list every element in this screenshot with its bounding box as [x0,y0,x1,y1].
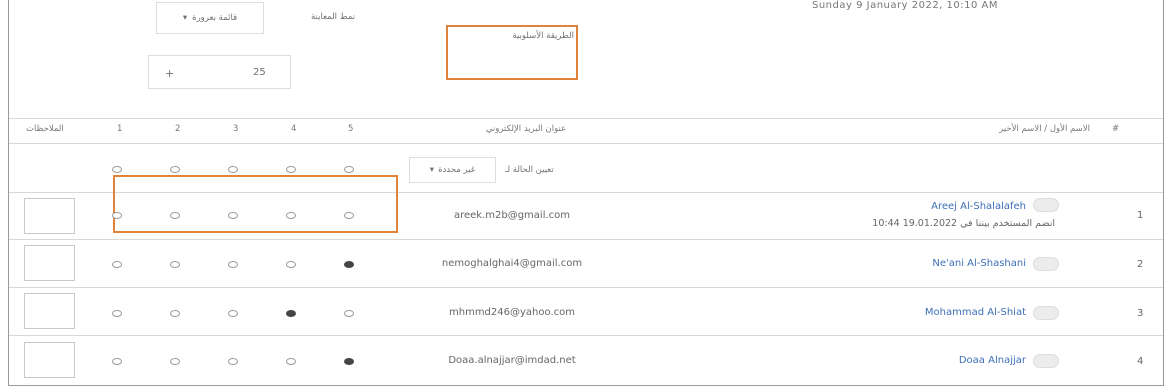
chevron-down-icon: ▾ [182,13,188,23]
row4-number: 4 [1137,356,1144,367]
row4-radio-3[interactable] [228,358,238,365]
method-label: الطريقة الأسلوبية [512,31,574,41]
chevron-down-icon: ▾ [429,165,435,175]
radio-highlight [113,175,398,233]
row3-radio-1[interactable] [112,310,122,317]
row3-radio-2[interactable] [170,310,180,317]
bulk-radio-5[interactable] [344,166,354,173]
row1-radio-2[interactable] [170,212,180,219]
row1-radio-1[interactable] [112,212,122,219]
row1-enrolment-note: انضم المستخدم بيننا في 19.01.2022 10:44 [872,218,1055,229]
column-3: 3 [233,124,239,134]
row4-email: Doaa.alnajjar@imdad.net [448,355,576,366]
row4-radio-4[interactable] [286,358,296,365]
row-divider [9,239,1163,240]
number-value: 25 [253,67,266,78]
row-divider [9,287,1163,288]
row2-name-link[interactable]: Ne'ani Al-Shashani [880,258,1026,269]
column-notes: الملاحظات [26,124,64,134]
column-4: 4 [291,124,297,134]
avatar [1033,257,1059,271]
column-2: 2 [175,124,181,134]
row1-radio-4[interactable] [286,212,296,219]
notes-input[interactable] [24,198,75,234]
column-email: عنوان البريد الإلكتروني [485,124,567,134]
header-divider [9,143,1163,144]
row3-number: 3 [1137,308,1144,319]
bulk-radio-3[interactable] [228,166,238,173]
avatar [1033,306,1059,320]
column-name: الاسم الأول / الاسم الأخير [999,124,1090,134]
row1-email: areek.m2b@gmail.com [453,210,571,221]
column-1: 1 [117,124,123,134]
bulk-radio-2[interactable] [170,166,180,173]
row2-radio-3[interactable] [228,261,238,268]
row1-radio-5[interactable] [344,212,354,219]
status-select-value: قائمة بعرورة [192,13,238,23]
bulk-status-select[interactable]: ▾ غير محددة [409,157,496,183]
row4-radio-1[interactable] [112,358,122,365]
status-label: نمط المعاينة [311,12,356,22]
notes-input[interactable] [24,293,75,329]
row2-email: nemoghalghai4@gmail.com [441,258,583,269]
row2-radio-2[interactable] [170,261,180,268]
row3-radio-3[interactable] [228,310,238,317]
row2-radio-1[interactable] [112,261,122,268]
column-5: 5 [348,124,354,134]
column-index: # [1112,124,1120,134]
status-select[interactable]: ▾ قائمة بعرورة [156,2,264,34]
bulk-label: تعيين الحالة لـ [505,165,554,175]
row1-number: 1 [1137,210,1144,221]
row2-number: 2 [1137,259,1144,270]
avatar [1033,198,1059,212]
row1-radio-3[interactable] [228,212,238,219]
avatar [1033,354,1059,368]
session-date: Sunday 9 January 2022, 10:10 AM [812,0,998,11]
row3-radio-4[interactable] [286,310,296,317]
row4-radio-5[interactable] [344,358,354,365]
notes-input[interactable] [24,342,75,378]
number-input[interactable]: + 25 [148,55,291,89]
header-divider-top [9,118,1163,119]
notes-input[interactable] [24,245,75,281]
bulk-select-value: غير محددة [438,165,476,175]
row2-radio-5[interactable] [344,261,354,268]
row4-name-link[interactable]: Doaa Alnajjar [880,355,1026,366]
row-divider [9,335,1163,336]
row4-radio-2[interactable] [170,358,180,365]
row3-email: mhmmd246@yahoo.com [449,307,575,318]
row3-name-link[interactable]: Mohammad Al-Shiat [870,307,1026,318]
increment-icon[interactable]: + [165,67,174,80]
row1-name-link[interactable]: Areej Al-Shalalafeh [880,201,1026,212]
bulk-radio-4[interactable] [286,166,296,173]
row3-radio-5[interactable] [344,310,354,317]
row2-radio-4[interactable] [286,261,296,268]
bulk-radio-1[interactable] [112,166,122,173]
